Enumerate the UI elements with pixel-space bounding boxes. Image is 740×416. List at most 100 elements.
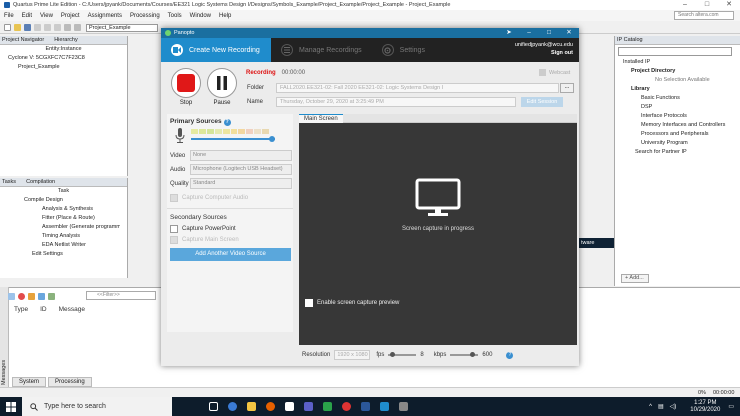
undo-icon[interactable] <box>64 23 71 31</box>
ip-search-input[interactable] <box>618 47 732 56</box>
capture-computer-audio-checkbox[interactable] <box>170 194 178 202</box>
stop-button[interactable] <box>171 68 201 98</box>
webcast-checkbox[interactable] <box>539 69 546 76</box>
ip-tree-item[interactable]: Basic Functions <box>615 94 740 103</box>
task-item[interactable]: EDA Netlist Writer <box>0 241 127 250</box>
maximize-icon[interactable]: □ <box>696 0 718 10</box>
task-item[interactable]: Analysis & Synthesis <box>0 205 127 214</box>
teams-icon[interactable] <box>304 402 313 411</box>
enable-preview-checkbox[interactable] <box>305 299 313 307</box>
cut-icon[interactable] <box>34 23 41 31</box>
ip-tree-item[interactable]: Search for Partner IP <box>615 148 740 157</box>
folder-field[interactable]: FALL2020.EE321-02: Fall 2020 EE321-02: L… <box>276 83 559 93</box>
quartus-taskbar-icon[interactable] <box>342 402 351 411</box>
tab-settings[interactable]: Settings <box>372 38 435 62</box>
ip-tree-item[interactable]: Library <box>615 85 740 94</box>
app-icon[interactable] <box>323 402 332 411</box>
paste-icon[interactable] <box>54 23 61 31</box>
ip-tree-item[interactable]: Project Directory <box>615 67 740 76</box>
audio-source-select[interactable]: Microphone (Logitech USB Headset) <box>190 164 292 175</box>
webcast-toggle[interactable]: Webcast <box>539 69 570 76</box>
capture-main-screen-option[interactable]: Capture Main Screen <box>170 236 239 244</box>
menu-assignments[interactable]: Assignments <box>88 13 122 19</box>
redo-icon[interactable] <box>74 23 81 31</box>
project-selector[interactable]: Project_Example <box>86 24 158 32</box>
audio-gain-slider[interactable] <box>191 136 275 142</box>
menu-processing[interactable]: Processing <box>130 13 160 19</box>
menu-project[interactable]: Project <box>61 13 80 19</box>
enable-preview-option[interactable]: Enable screen capture preview <box>305 299 399 307</box>
maximize-icon[interactable]: □ <box>539 28 559 38</box>
error-filter-icon[interactable] <box>18 292 25 300</box>
tab-manage-recordings[interactable]: Manage Recordings <box>271 38 372 62</box>
folder-browse-button[interactable]: ... <box>560 83 574 93</box>
quality-select[interactable]: Standard <box>190 178 292 189</box>
device-node[interactable]: Cyclone V: 5CGXFC7C7F23C8 <box>0 54 127 63</box>
task-view-icon[interactable] <box>209 402 218 411</box>
all-messages-icon[interactable] <box>8 292 15 300</box>
altera-search-input[interactable]: Search altera.com <box>674 11 734 20</box>
add-video-source-button[interactable]: Add Another Video Source <box>170 248 291 261</box>
edit-session-button[interactable]: Edit Session <box>521 97 563 107</box>
task-item[interactable]: Edit Settings <box>0 250 127 259</box>
audio-gain-handle[interactable] <box>269 136 275 142</box>
volume-icon[interactable]: ◁) <box>670 403 677 410</box>
capture-powerpoint-checkbox[interactable] <box>170 225 178 233</box>
ip-tree-item[interactable]: Interface Protocols <box>615 112 740 121</box>
capture-computer-audio-option[interactable]: Capture Computer Audio <box>170 194 248 202</box>
menu-help[interactable]: Help <box>219 13 231 19</box>
minimize-icon[interactable]: – <box>519 28 539 38</box>
store-icon[interactable] <box>285 402 294 411</box>
ip-tree-item[interactable]: Processors and Peripherals <box>615 130 740 139</box>
network-icon[interactable]: ▤ <box>658 403 664 410</box>
help-icon[interactable]: ? <box>506 351 514 359</box>
start-button[interactable] <box>0 397 22 416</box>
close-icon[interactable]: ✕ <box>559 28 579 38</box>
menu-view[interactable]: View <box>40 13 53 19</box>
project-node[interactable]: Project_Example <box>0 63 127 72</box>
tab-create-recording[interactable]: Create New Recording <box>161 38 271 62</box>
menu-file[interactable]: File <box>4 13 14 19</box>
copy-icon[interactable] <box>44 23 51 31</box>
hierarchy-dropdown[interactable]: Hierarchy <box>54 36 78 44</box>
menu-window[interactable]: Window <box>190 13 211 19</box>
tab-processing[interactable]: Processing <box>48 377 92 387</box>
sign-out-link[interactable]: Sign out <box>515 49 573 57</box>
firefox-icon[interactable] <box>266 402 275 411</box>
resolution-field[interactable]: 1920 x 1080 <box>334 350 371 360</box>
session-name-field[interactable]: Thursday, October 29, 2020 at 3:25:49 PM <box>276 97 516 107</box>
minimize-icon[interactable]: – <box>674 0 696 10</box>
help-icon[interactable]: ? <box>223 119 231 126</box>
message-filter-input[interactable]: <<Filter>> <box>86 291 156 300</box>
clock[interactable]: 1:27 PM 10/29/2020 <box>690 400 720 414</box>
ip-tree-item[interactable]: Memory Interfaces and Controllers <box>615 121 740 130</box>
video-source-select[interactable]: None <box>190 150 292 161</box>
ip-tree-item[interactable]: University Program <box>615 139 740 148</box>
file-explorer-icon[interactable] <box>247 402 256 411</box>
task-item[interactable]: Compile Design <box>0 196 127 205</box>
notifications-icon[interactable]: ▭ <box>728 403 734 410</box>
info-filter-icon[interactable] <box>38 292 45 300</box>
warning-filter-icon[interactable] <box>28 292 35 300</box>
task-item[interactable]: Assembler (Generate programming files) <box>0 223 120 232</box>
kbps-slider[interactable] <box>450 352 479 357</box>
capture-powerpoint-option[interactable]: Capture PowerPoint <box>170 225 236 233</box>
ip-add-button[interactable]: + Add... <box>621 274 649 283</box>
menu-edit[interactable]: Edit <box>22 13 32 19</box>
task-item[interactable]: Fitter (Place & Route) <box>0 214 127 223</box>
ip-tree-item[interactable]: DSP <box>615 103 740 112</box>
ip-tree-item[interactable]: Installed IP <box>615 58 740 67</box>
tab-system[interactable]: System <box>12 377 47 387</box>
tab-main-screen[interactable]: Main Screen <box>299 114 343 123</box>
suppress-icon[interactable] <box>48 292 55 300</box>
compilation-dropdown[interactable]: Compilation <box>26 178 55 186</box>
capture-main-screen-checkbox[interactable] <box>170 236 178 244</box>
save-icon[interactable] <box>24 23 31 31</box>
task-item[interactable]: Timing Analysis <box>0 232 127 241</box>
menu-tools[interactable]: Tools <box>168 13 182 19</box>
new-file-icon[interactable] <box>4 23 11 31</box>
app-icon[interactable] <box>399 402 408 411</box>
open-folder-icon[interactable] <box>14 23 21 31</box>
pause-button[interactable] <box>207 68 237 98</box>
tray-chevron-icon[interactable]: ^ <box>649 404 652 410</box>
